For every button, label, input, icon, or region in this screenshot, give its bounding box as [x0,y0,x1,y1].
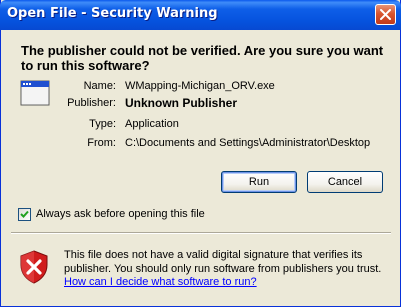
security-shield-icon [20,250,48,284]
window-title: Open File - Security Warning [7,6,218,21]
security-warning-dialog: Open File - Security Warning The publish… [0,0,401,307]
help-link[interactable]: How can I decide what software to run? [64,276,257,288]
warning-message: This file does not have a valid digital … [64,249,382,275]
dialog-upper-pane: The publisher could not be verified. Are… [1,30,400,226]
run-button[interactable]: Run [221,171,297,193]
name-label: Name: [83,80,116,92]
close-icon [380,9,391,20]
publisher-label: Publisher: [67,97,116,109]
close-button[interactable] [375,4,396,25]
headline-question: The publisher could not be verified. Are… [21,43,384,73]
checkmark-icon [20,210,29,218]
cancel-button[interactable]: Cancel [307,171,383,193]
always-ask-checkbox[interactable] [18,208,31,221]
title-bar[interactable]: Open File - Security Warning [0,0,401,30]
type-value: Application [125,118,179,130]
from-label: From: [87,137,116,149]
always-ask-label[interactable]: Always ask before opening this file [36,208,205,220]
from-value: C:\Documents and Settings\Administrator\… [125,137,371,149]
type-label: Type: [89,118,116,130]
divider [11,232,391,234]
name-value: WMapping-Michigan_ORV.exe [125,80,275,92]
publisher-value: Unknown Publisher [125,96,238,110]
